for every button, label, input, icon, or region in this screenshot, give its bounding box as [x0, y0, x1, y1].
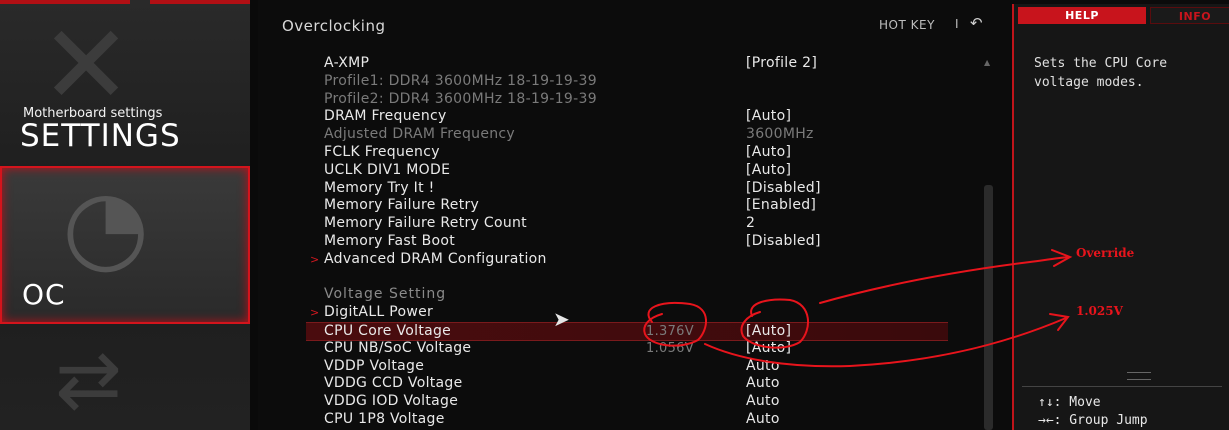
back-icon[interactable]: ↶	[970, 14, 983, 32]
setting-row: Profile2: DDR4 3600MHz 18-19-19-39	[310, 91, 950, 108]
tab-help[interactable]: HELP	[1018, 7, 1146, 24]
setting-value[interactable]: [Auto]	[746, 108, 791, 125]
settings-title: SETTINGS	[20, 118, 181, 154]
help-panel: HELP INFO Sets the CPU Core voltage mode…	[1012, 4, 1229, 430]
tab-info[interactable]: INFO	[1150, 7, 1229, 24]
setting-row[interactable]: UCLK DIV1 MODE [Auto]	[310, 162, 950, 179]
setting-label: VDDP Voltage	[324, 357, 425, 374]
setting-row: Profile1: DDR4 3600MHz 18-19-19-39	[310, 73, 950, 90]
setting-label: DigitALL Power	[324, 304, 434, 321]
setting-value[interactable]: Auto	[746, 411, 780, 428]
setting-label: CPU Core Voltage	[324, 323, 452, 339]
section-header: Voltage Setting	[310, 286, 950, 303]
tools-icon: ✕	[40, 1, 133, 129]
sidebar: ✕ Motherboard settings SETTINGS ◔ OC ⇄	[0, 0, 258, 430]
setting-row[interactable]: CPU Core Voltage 1.376V [Auto]	[306, 322, 948, 341]
scroll-up-icon[interactable]: ▲	[984, 58, 990, 67]
setting-value[interactable]: [Auto]	[746, 144, 791, 161]
setting-row[interactable]: CPU NB/SoC Voltage 1.056V [Auto]	[310, 340, 950, 357]
submenu-arrow-icon: >	[310, 252, 320, 266]
setting-value[interactable]: Auto	[746, 375, 780, 392]
setting-label: Profile1: DDR4 3600MHz 18-19-19-39	[324, 72, 597, 89]
setting-row[interactable]: > Advanced DRAM Configuration	[310, 251, 950, 268]
hotkey-separator: I	[955, 17, 959, 31]
setting-row[interactable]: CPU 1P8 Voltage Auto	[310, 411, 950, 428]
setting-row[interactable]: VDDP Voltage Auto	[310, 358, 950, 375]
setting-label: Memory Failure Retry	[324, 197, 480, 214]
setting-row[interactable]: Memory Fast Boot [Disabled]	[310, 233, 950, 250]
setting-label: Profile2: DDR4 3600MHz 18-19-19-39	[324, 90, 597, 107]
setting-value[interactable]: Auto	[746, 358, 780, 375]
setting-row: Adjusted DRAM Frequency 3600MHz	[310, 126, 950, 143]
page-title: Overclocking	[282, 17, 386, 35]
current-reading: 1.376V	[646, 324, 694, 339]
setting-value[interactable]: [Auto]	[746, 340, 791, 357]
setting-label: Memory Fast Boot	[324, 233, 455, 249]
setting-label: CPU 1P8 Voltage	[324, 411, 445, 427]
annotation-override: Override	[1076, 246, 1135, 260]
sidebar-item-oc[interactable]: ◔ OC	[0, 166, 250, 324]
setting-label: VDDG CCD Voltage	[324, 375, 463, 392]
setting-label: CPU NB/SoC Voltage	[324, 339, 472, 356]
setting-value[interactable]: [Enabled]	[746, 197, 816, 214]
setting-value[interactable]: [Disabled]	[746, 180, 821, 197]
setting-row[interactable]: Memory Failure Retry Count 2	[310, 215, 950, 232]
setting-row[interactable]: > DigitALL Power	[310, 304, 950, 321]
setting-row[interactable]: FCLK Frequency [Auto]	[310, 144, 950, 161]
key-hint-group-jump: →←: Group Jump	[1038, 413, 1148, 428]
setting-row[interactable]: Memory Try It ! [Disabled]	[310, 180, 950, 197]
setting-label: A-XMP	[324, 55, 370, 71]
current-reading: 1.056V	[646, 340, 694, 356]
setting-label: DRAM Frequency	[324, 108, 447, 125]
setting-label: Memory Try It !	[324, 179, 435, 196]
setting-value[interactable]: [Auto]	[746, 323, 791, 340]
setting-label: Advanced DRAM Configuration	[324, 250, 547, 267]
submenu-arrow-icon: >	[310, 306, 320, 320]
setting-value[interactable]: 3600MHz	[746, 126, 814, 143]
sidebar-item-settings[interactable]: ✕ Motherboard settings SETTINGS	[0, 0, 250, 160]
main-panel: Overclocking HOT KEY I ↶ A-XMP [Profile 2…	[258, 0, 1010, 430]
gauge-icon: ◔	[62, 167, 150, 284]
annotation-voltage: 1.025V	[1076, 304, 1123, 318]
spacer-row	[310, 269, 950, 286]
setting-row[interactable]: Memory Failure Retry [Enabled]	[310, 197, 950, 214]
setting-value[interactable]: [Profile 2]	[746, 55, 817, 72]
usb-icon: ⇄	[55, 333, 123, 426]
setting-value[interactable]: Auto	[746, 393, 780, 410]
setting-row[interactable]: A-XMP [Profile 2]	[310, 55, 950, 72]
setting-label: VDDG IOD Voltage	[324, 393, 459, 410]
setting-row[interactable]: VDDG CCD Voltage Auto	[310, 375, 950, 392]
setting-label: Memory Failure Retry Count	[324, 215, 527, 232]
setting-row[interactable]: DRAM Frequency [Auto]	[310, 108, 950, 125]
setting-label: FCLK Frequency	[324, 144, 440, 160]
setting-value[interactable]: [Auto]	[746, 162, 791, 179]
mouse-cursor-icon: ➤	[553, 307, 570, 331]
grip-icon[interactable]	[1127, 372, 1151, 380]
setting-value[interactable]: 2	[746, 215, 755, 232]
hotkey-button[interactable]: HOT KEY	[879, 18, 935, 32]
scrollbar[interactable]	[984, 185, 993, 430]
sidebar-item-mflash[interactable]: ⇄	[0, 330, 250, 430]
sidebar-edge	[250, 0, 258, 430]
divider	[1022, 386, 1222, 387]
setting-value[interactable]: [Disabled]	[746, 233, 821, 250]
setting-label: Adjusted DRAM Frequency	[324, 126, 515, 143]
help-description: Sets the CPU Core voltage modes.	[1034, 56, 1168, 90]
setting-label: UCLK DIV1 MODE	[324, 161, 451, 178]
key-hint-move: ↑↓: Move	[1038, 395, 1101, 410]
setting-row[interactable]: VDDG IOD Voltage Auto	[310, 393, 950, 410]
oc-title: OC	[22, 278, 66, 311]
setting-label: Voltage Setting	[324, 286, 447, 303]
